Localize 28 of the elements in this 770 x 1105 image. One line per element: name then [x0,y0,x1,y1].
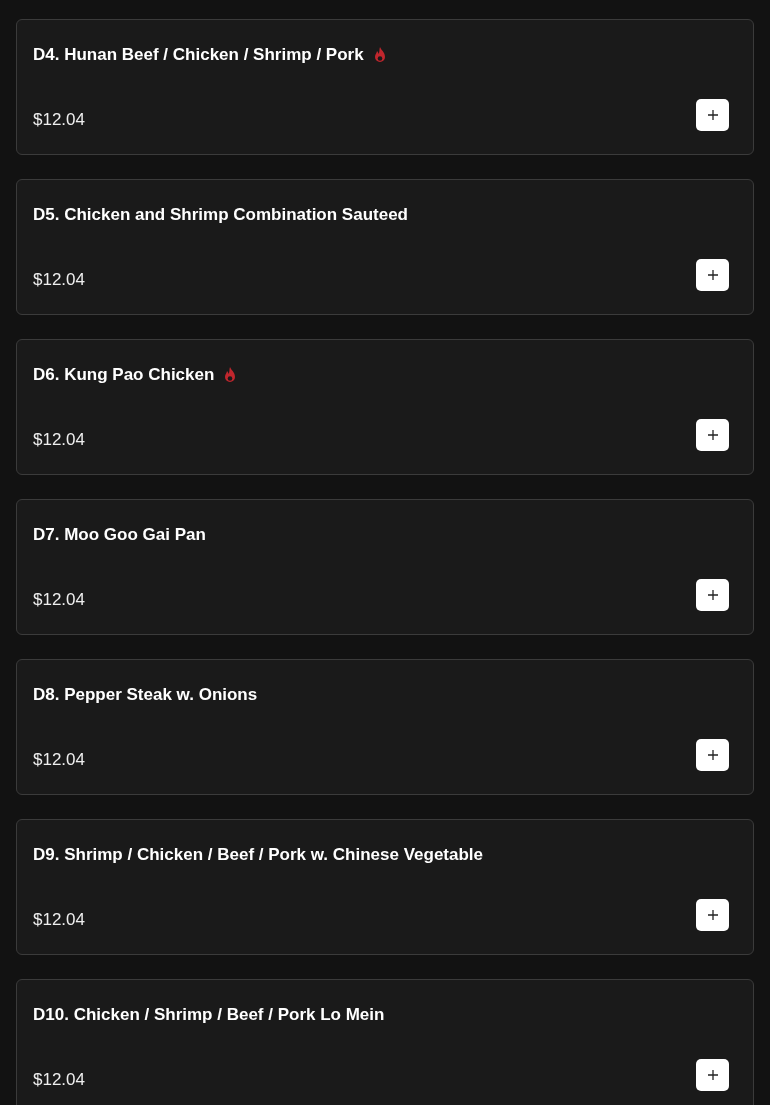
dish-price: $12.04 [33,749,85,771]
plus-icon [706,589,719,601]
plus-icon [706,749,719,761]
plus-icon [706,429,719,441]
dish-price: $12.04 [33,1069,85,1091]
plus-icon [706,109,719,121]
add-button[interactable] [696,899,729,931]
plus-icon [706,269,719,281]
dish-price: $12.04 [33,109,85,131]
add-button[interactable] [696,99,729,131]
add-button[interactable] [696,1059,729,1091]
add-button[interactable] [696,739,729,771]
dish-price: $12.04 [33,909,85,931]
dish-name: D6. Kung Pao Chicken [33,365,215,385]
dish-name: D9. Shrimp / Chicken / Beef / Pork w. Chinese Vegetable [33,845,483,865]
dish-name: D8. Pepper Steak w. Onions [33,685,258,705]
dish-name: D5. Chicken and Shrimp Combination Sauteed [33,205,408,225]
plus-icon [706,909,719,921]
add-button[interactable] [696,259,729,291]
dish-price: $12.04 [33,429,85,451]
dish-price: $12.04 [33,269,85,291]
add-button[interactable] [696,419,729,451]
dish-price: $12.04 [33,589,85,611]
dish-name: D10. Chicken / Shrimp / Beef / Pork Lo Mein [33,1005,385,1025]
plus-icon [706,1069,719,1081]
add-button[interactable] [696,579,729,611]
dish-name: D7. Moo Goo Gai Pan [33,525,206,545]
dish-name: D4. Hunan Beef / Chicken / Shrimp / Pork [33,45,364,65]
